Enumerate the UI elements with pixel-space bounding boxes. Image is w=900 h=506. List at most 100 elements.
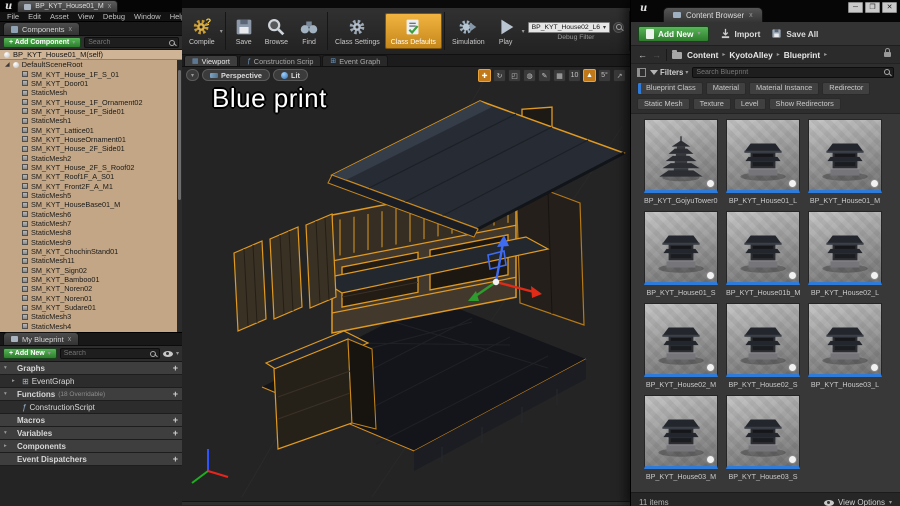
component-item[interactable]: SM_KYT_House_2F_Side01 <box>0 144 182 153</box>
component-item[interactable]: SM_KYT_House_1F_S_01 <box>0 69 182 79</box>
asset-item[interactable]: BP_KYT_House02_S <box>726 303 800 389</box>
my-blueprint-row[interactable]: ▾ Variables + <box>0 427 182 440</box>
menu-item[interactable]: File <box>7 12 19 21</box>
filter-chip[interactable]: Texture <box>692 97 731 110</box>
viewport-tool-icon[interactable]: 10 <box>568 69 581 82</box>
filter-chip[interactable]: Blueprint Class <box>637 82 703 95</box>
component-item[interactable]: StaticMesh2 <box>0 153 182 163</box>
component-item[interactable]: StaticMesh3 <box>0 312 182 321</box>
perspective-button[interactable]: Perspective <box>202 69 270 81</box>
component-item[interactable]: SM_KYT_House_2F_S_Roof02 <box>0 163 182 172</box>
viewport-tool-icon[interactable]: ✎ <box>538 69 551 82</box>
window-control-button[interactable]: ✕ <box>882 2 897 13</box>
component-item[interactable]: SM_KYT_Roof1F_A_S01 <box>0 172 182 181</box>
viewport-tool-icon[interactable]: 5° <box>598 69 611 82</box>
my-blueprint-row[interactable]: ▸ Components <box>0 440 182 453</box>
my-blueprint-row[interactable]: ƒ ConstructionScript <box>0 401 182 414</box>
component-item[interactable]: SM_KYT_Noren02 <box>0 284 182 293</box>
editor-tab[interactable]: ⊞ Event Graph <box>322 55 389 66</box>
add-row-button[interactable]: + <box>173 415 178 425</box>
component-item[interactable]: StaticMesh <box>0 88 182 97</box>
breadcrumb-item[interactable]: KyotoAlley <box>729 50 772 60</box>
my-blueprint-search[interactable] <box>59 348 160 359</box>
add-new-button[interactable]: + Add New ▾ <box>3 348 57 359</box>
asset-item[interactable]: BP_KYT_GojyuTower01 <box>644 119 718 205</box>
chevron-down-icon[interactable]: ▾ <box>176 350 179 357</box>
viewport-tool-icon[interactable]: ◰ <box>508 69 521 82</box>
component-root-row[interactable]: ◢ DefaultSceneRoot <box>0 60 182 69</box>
debug-search-button[interactable] <box>613 21 625 33</box>
expand-arrow-icon[interactable]: ▸ <box>12 378 19 384</box>
asset-search-input[interactable] <box>696 68 882 76</box>
expand-arrow-icon[interactable]: ▾ <box>4 391 11 397</box>
viewport-tool-icon[interactable]: ✚ <box>478 69 491 82</box>
menu-item[interactable]: Window <box>134 12 161 21</box>
asset-item[interactable]: BP_KYT_House01_L <box>726 119 800 205</box>
close-tab-icon[interactable]: x <box>749 12 753 19</box>
component-item[interactable]: SM_KYT_HouseOrnament01 <box>0 135 182 144</box>
asset-item[interactable]: BP_KYT_House03_M <box>644 395 718 481</box>
menu-item[interactable]: Debug <box>103 12 125 21</box>
component-item[interactable]: StaticMesh5 <box>0 191 182 200</box>
window-control-button[interactable]: ─ <box>848 2 863 13</box>
viewport-tool-icon[interactable]: ▦ <box>553 69 566 82</box>
my-blueprint-row[interactable]: ▾ Functions (18 Overridable) + <box>0 388 182 401</box>
component-item[interactable]: StaticMesh11 <box>0 256 182 265</box>
component-item[interactable]: SM_KYT_Bamboo01 <box>0 275 182 284</box>
component-item[interactable]: StaticMesh6 <box>0 210 182 219</box>
browse-button[interactable]: Browse <box>260 14 293 48</box>
asset-item[interactable]: BP_KYT_House01_M <box>808 119 882 205</box>
menu-item[interactable]: View <box>78 12 94 21</box>
component-item[interactable]: SM_KYT_Sign02 <box>0 266 182 275</box>
window-control-button[interactable]: ❐ <box>865 2 880 13</box>
back-arrow-icon[interactable]: ← <box>638 50 647 60</box>
lock-icon[interactable] <box>884 48 891 57</box>
scrollbar-thumb[interactable] <box>178 70 181 200</box>
asset-item[interactable]: BP_KYT_House03_L <box>808 303 882 389</box>
component-item[interactable]: SM_KYT_House_1F_Ornament02 <box>0 97 182 107</box>
visibility-filter-icon[interactable] <box>162 350 173 357</box>
close-icon[interactable]: x <box>69 26 73 33</box>
expand-arrow-icon[interactable]: ◢ <box>5 61 10 68</box>
simulation-button[interactable]: Simulation <box>447 14 490 48</box>
expand-arrow-icon[interactable]: ▾ <box>4 430 11 436</box>
add-row-button[interactable]: + <box>173 428 178 438</box>
add-row-button[interactable]: + <box>173 454 178 464</box>
my-blueprint-row[interactable]: ▸ ⊞ EventGraph <box>0 375 182 388</box>
components-search[interactable] <box>84 37 179 48</box>
editor-tab[interactable]: ▦ Viewport <box>184 55 238 66</box>
blueprint-document-tab[interactable]: BP_KYT_House01_M x <box>17 0 119 12</box>
save-all-button[interactable]: Save All <box>771 28 818 39</box>
class-settings-button[interactable]: Class Settings <box>330 14 385 48</box>
breadcrumb-item[interactable]: Content <box>687 50 718 60</box>
asset-item[interactable]: BP_KYT_House01b_M <box>726 211 800 297</box>
menu-item[interactable]: Asset <box>50 12 69 21</box>
import-button[interactable]: Import <box>720 28 760 39</box>
component-item[interactable]: StaticMesh1 <box>0 116 182 125</box>
my-blueprint-row[interactable]: Event Dispatchers + <box>0 453 182 466</box>
3d-viewport[interactable]: ▾ Perspective Lit ✚ ↻ ◰ ◍ ✎ ▦ 10 ▲ 5° ↗ … <box>182 67 630 501</box>
my-blueprint-panel-tab[interactable]: My Blueprint x <box>3 332 80 345</box>
filter-chip[interactable]: Material Instance <box>749 82 820 95</box>
my-blueprint-row[interactable]: Macros + <box>0 414 182 427</box>
component-item[interactable]: SM_KYT_ChochinStand01 <box>0 247 182 256</box>
content-browser-titlebar[interactable]: u Content Browser x ─ ❐ ✕ <box>631 0 900 22</box>
asset-item[interactable]: BP_KYT_House03_S <box>726 395 800 481</box>
component-item[interactable]: SM_KYT_HouseBase01_M <box>0 200 182 209</box>
content-browser-tab[interactable]: Content Browser x <box>663 7 763 22</box>
my-blueprint-row[interactable]: ▾ Graphs + <box>0 362 182 375</box>
viewport-tool-icon[interactable]: ↻ <box>493 69 506 82</box>
expand-arrow-icon[interactable]: ▾ <box>4 365 11 371</box>
asset-item[interactable]: BP_KYT_House01_S <box>644 211 718 297</box>
compile-options-caret[interactable]: ▾ <box>220 28 223 35</box>
component-item[interactable]: SM_KYT_Sudare01 <box>0 303 182 312</box>
component-item[interactable]: StaticMesh8 <box>0 228 182 237</box>
asset-search[interactable] <box>692 66 894 78</box>
filter-chip[interactable]: Show Redirectors <box>768 97 841 110</box>
debug-object-dropdown[interactable]: BP_KYT_House02_L6 ▾ <box>527 21 611 33</box>
expand-arrow-icon[interactable]: ▸ <box>4 443 11 449</box>
components-panel-tab[interactable]: Components x <box>3 22 81 35</box>
lit-mode-button[interactable]: Lit <box>273 69 308 81</box>
components-search-input[interactable] <box>88 39 167 46</box>
component-item[interactable]: SM_KYT_Door01 <box>0 79 182 88</box>
